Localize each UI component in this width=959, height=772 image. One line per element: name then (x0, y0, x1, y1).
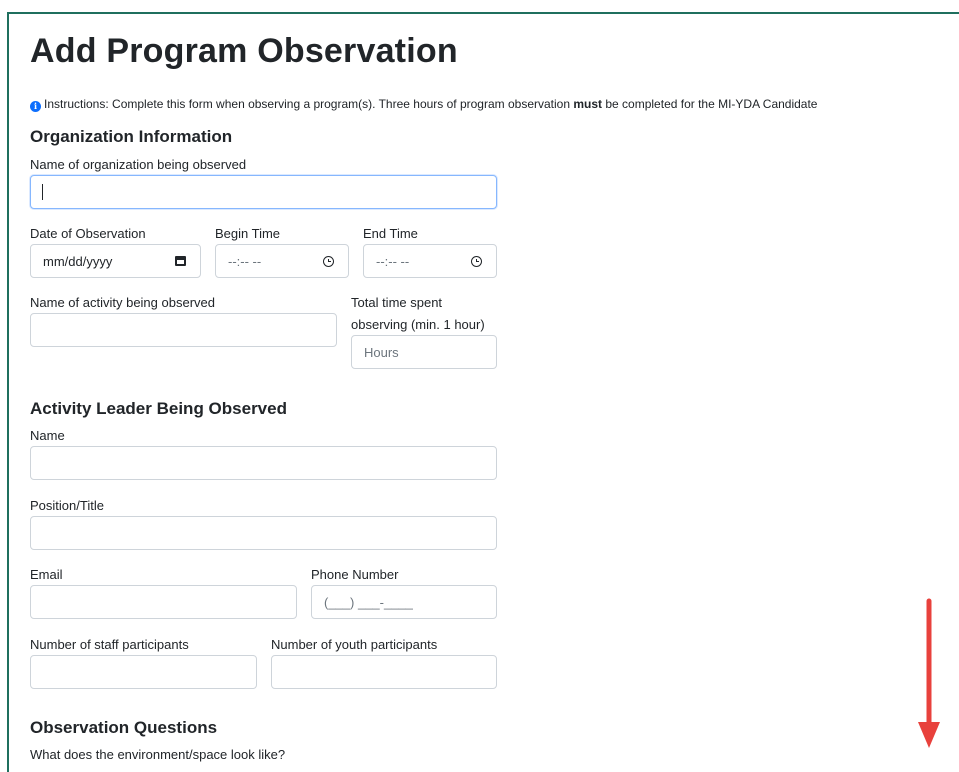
org-name-label: Name of organization being observed (30, 157, 247, 172)
section-activity-leader: Activity Leader Being Observed (30, 399, 287, 418)
activity-name-input[interactable] (30, 313, 337, 347)
youth-count-label: Number of youth participants (271, 637, 438, 652)
staff-count-label: Number of staff participants (30, 637, 189, 652)
begin-time-placeholder: --:-- -- (228, 254, 262, 269)
total-time-label-line2: observing (min. 1 hour) (351, 317, 485, 332)
clock-icon[interactable] (471, 256, 482, 267)
total-time-input[interactable]: Hours (351, 335, 497, 369)
org-name-input[interactable] (30, 175, 497, 209)
instructions-bold: must (573, 97, 603, 111)
instructions-suffix: be completed for the MI-YDA Candidate (602, 97, 818, 111)
end-time-placeholder: --:-- -- (376, 254, 410, 269)
calendar-icon[interactable] (175, 256, 186, 266)
begin-time-label: Begin Time (215, 226, 281, 241)
page-title: Add Program Observation (30, 32, 458, 70)
end-time-input[interactable]: --:-- -- (363, 244, 497, 278)
phone-label: Phone Number (311, 567, 399, 582)
instructions-text: i Instructions: Complete this form when o… (30, 97, 817, 112)
clock-icon[interactable] (323, 256, 334, 267)
leader-name-label: Name (30, 428, 65, 443)
section-organization: Organization Information (30, 127, 233, 146)
date-label: Date of Observation (30, 226, 146, 241)
arrow-head (918, 722, 940, 748)
text-caret (42, 184, 43, 200)
email-input[interactable] (30, 585, 297, 619)
end-time-label: End Time (363, 226, 418, 241)
scroll-down-arrow-icon (918, 598, 940, 748)
leader-name-input[interactable] (30, 446, 497, 480)
staff-count-input[interactable] (30, 655, 257, 689)
email-label: Email (30, 567, 63, 582)
position-input[interactable] (30, 516, 497, 550)
section-observation-questions: Observation Questions (30, 718, 218, 737)
begin-time-input[interactable]: --:-- -- (215, 244, 349, 278)
total-time-label-line1: Total time spent (351, 295, 443, 310)
question-environment-label: What does the environment/space look lik… (30, 747, 286, 762)
position-label: Position/Title (30, 498, 104, 513)
activity-name-label: Name of activity being observed (30, 295, 215, 310)
youth-count-input[interactable] (271, 655, 497, 689)
date-placeholder: mm/dd/yyyy (43, 254, 113, 269)
date-input[interactable]: mm/dd/yyyy (30, 244, 201, 278)
phone-mask: (___) ___-____ (324, 595, 413, 610)
instructions-prefix: Instructions: Complete this form when ob… (44, 97, 574, 111)
hours-placeholder: Hours (364, 345, 399, 360)
phone-input[interactable]: (___) ___-____ (311, 585, 497, 619)
info-icon: i (30, 101, 41, 112)
